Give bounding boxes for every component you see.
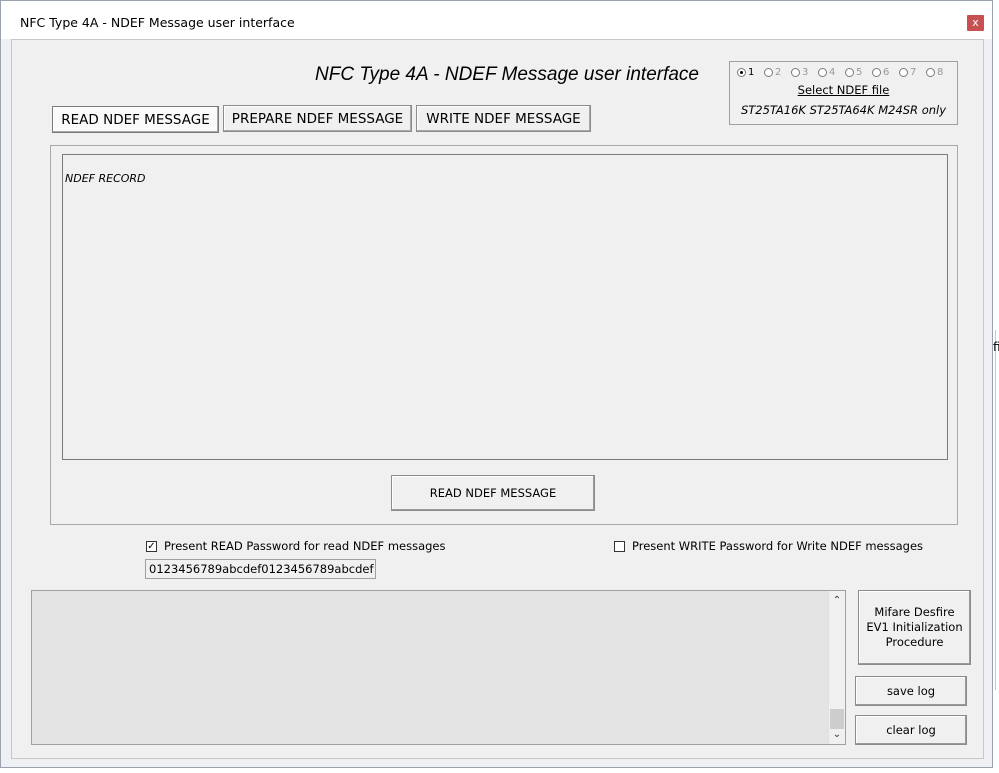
read-ndef-message-button[interactable]: READ NDEF MESSAGE: [391, 475, 595, 511]
tab-read-ndef-message[interactable]: READ NDEF MESSAGE: [52, 106, 219, 133]
background-window-text: fi: [993, 340, 999, 354]
radio-label: 4: [829, 66, 836, 78]
select-ndef-file-link[interactable]: Select NDEF file: [729, 83, 958, 97]
log-scrollbar[interactable]: ⌃ ⌄: [828, 591, 845, 744]
read-password-option[interactable]: ✓ Present READ Password for read NDEF me…: [146, 539, 446, 553]
window-title: NFC Type 4A - NDEF Message user interfac…: [20, 15, 295, 30]
radio-label: 6: [883, 66, 890, 78]
mifare-desfire-init-button[interactable]: Mifare Desfire EV1 Initialization Proced…: [858, 590, 971, 665]
close-button[interactable]: x: [967, 15, 984, 31]
clear-log-button[interactable]: clear log: [855, 715, 967, 745]
radio-icon[interactable]: [764, 67, 773, 77]
radio-icon[interactable]: [818, 67, 827, 77]
log-textarea[interactable]: ⌃ ⌄: [31, 590, 846, 745]
ndef-file-option-2[interactable]: 2: [764, 66, 791, 78]
radio-icon[interactable]: [791, 67, 800, 77]
save-log-button[interactable]: save log: [855, 676, 967, 706]
radio-icon[interactable]: [926, 67, 935, 77]
ndef-record-label: NDEF RECORD: [65, 172, 146, 185]
scroll-down-icon[interactable]: ⌄: [829, 726, 845, 743]
ndef-file-option-3[interactable]: 3: [791, 66, 818, 78]
ndef-file-option-5[interactable]: 5: [845, 66, 872, 78]
write-password-checkbox[interactable]: [614, 540, 625, 552]
radio-label: 3: [802, 66, 809, 78]
read-password-label: Present READ Password for read NDEF mess…: [164, 539, 446, 553]
radio-label: 8: [937, 66, 944, 78]
read-password-field[interactable]: 0123456789abcdef0123456789abcdef: [145, 559, 376, 579]
read-password-checkbox[interactable]: ✓: [146, 540, 157, 552]
write-password-label: Present WRITE Password for Write NDEF me…: [632, 539, 924, 553]
title-bar: NFC Type 4A - NDEF Message user interfac…: [1, 1, 992, 39]
radio-selected-icon[interactable]: [737, 67, 746, 77]
ndef-file-option-1[interactable]: 1: [737, 66, 764, 78]
tab-write-ndef-message[interactable]: WRITE NDEF MESSAGE: [416, 105, 591, 132]
radio-label: 1: [748, 66, 755, 78]
radio-label: 2: [775, 66, 782, 78]
ndef-file-radio-group: 1 2 3 4 5 6 7 8: [737, 66, 953, 78]
radio-icon[interactable]: [872, 67, 881, 77]
ndef-file-option-6[interactable]: 6: [872, 66, 899, 78]
write-password-option[interactable]: Present WRITE Password for Write NDEF me…: [614, 539, 923, 553]
ndef-record-area[interactable]: NDEF RECORD: [62, 154, 948, 460]
background-window-edge: [995, 330, 999, 690]
ndef-file-option-4[interactable]: 4: [818, 66, 845, 78]
radio-label: 5: [856, 66, 863, 78]
ndef-file-option-8[interactable]: 8: [926, 66, 953, 78]
radio-label: 7: [910, 66, 917, 78]
ndef-file-option-7[interactable]: 7: [899, 66, 926, 78]
radio-icon[interactable]: [845, 67, 854, 77]
tab-prepare-ndef-message[interactable]: PREPARE NDEF MESSAGE: [223, 105, 412, 132]
page-title: NFC Type 4A - NDEF Message user interfac…: [315, 64, 699, 85]
device-support-note: ST25TA16K ST25TA64K M24SR only: [740, 103, 947, 117]
radio-icon[interactable]: [899, 67, 908, 77]
scroll-up-icon[interactable]: ⌃: [829, 592, 845, 609]
